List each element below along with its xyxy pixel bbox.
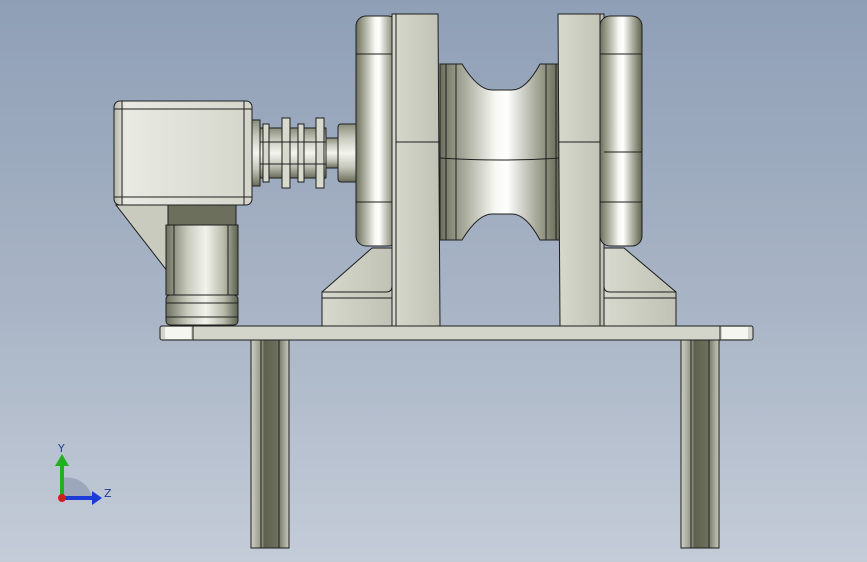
right-support-leg[interactable] <box>680 339 720 549</box>
shaft-coupling[interactable] <box>251 117 361 189</box>
y-axis-label: Y <box>57 442 65 455</box>
y-arrowhead-icon <box>55 454 69 466</box>
z-axis-label: Z <box>104 487 112 500</box>
gear-motor[interactable] <box>113 100 253 326</box>
base-plate[interactable] <box>159 325 754 341</box>
axis-triad: Y Z <box>55 442 112 505</box>
grooved-roller[interactable] <box>439 63 563 241</box>
cad-viewport[interactable]: Y Z <box>0 0 867 562</box>
left-support-leg[interactable] <box>250 339 290 549</box>
z-arrowhead-icon <box>92 491 102 505</box>
right-flange[interactable] <box>599 15 643 247</box>
x-axis-origin-icon <box>58 494 66 502</box>
roller-assembly-model[interactable] <box>0 0 867 562</box>
